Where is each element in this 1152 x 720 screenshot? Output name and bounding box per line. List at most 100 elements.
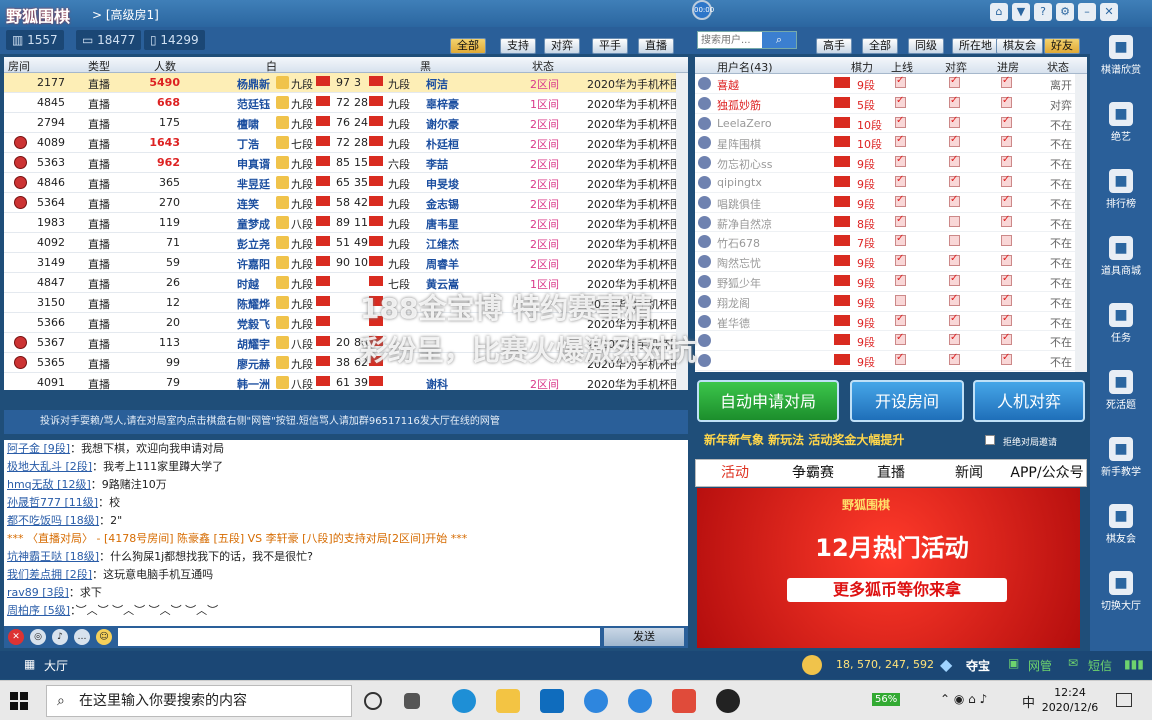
sms-button[interactable]: 短信 [1088,657,1112,674]
search-input[interactable] [698,32,762,48]
sidebar-item[interactable]: ■ 任务 [1094,301,1148,351]
black-player[interactable]: 柯洁 [426,76,448,92]
user-row[interactable]: 崔华德 9段 不在 [695,312,1087,332]
checkbox-play[interactable] [949,253,960,267]
room-scrollbar[interactable] [676,73,688,390]
white-player[interactable]: 檀啸 [237,116,259,132]
shirt-icon[interactable]: ▼ [1012,3,1030,21]
col-room[interactable]: 房间 [8,58,30,74]
room-row[interactable]: 1983 直播 119 童梦成 八段 89 11 九段 唐韦星 2区间 2020华为手机杯围 [4,213,688,233]
game-icon[interactable] [672,689,696,713]
hall-label[interactable]: 大厅 [44,657,68,674]
col-black[interactable]: 黑 [420,58,431,74]
user-row[interactable]: 9段 不在 [695,351,1087,371]
user-row[interactable]: 喜越 9段 离开 [695,74,1087,94]
user-name[interactable]: LeelaZero [717,117,772,130]
checkbox-online[interactable] [895,352,906,366]
ime-indicator[interactable]: 中 [1022,692,1035,711]
tab-tournament[interactable]: 争霸赛 [774,460,852,486]
room-row[interactable]: 4845 直播 668 范廷钰 九段 72 28 九段 辜梓豪 1区间 2020华为手机杯围 [4,93,688,113]
checkbox-room[interactable] [1001,75,1012,88]
checkbox-room[interactable] [1001,214,1012,227]
user-name[interactable]: 星阵围棋 [717,136,761,152]
white-player[interactable]: 童梦成 [237,216,270,232]
battery-indicator[interactable]: 56% [872,693,901,706]
room-row[interactable]: 4092 直播 71 彭立尧 九段 51 49 九段 江维杰 2区间 2020华为手机杯围 [4,233,688,253]
checkbox-play[interactable] [949,194,960,207]
user-row[interactable]: qipingtx 9段 不在 [695,173,1087,193]
col-state[interactable]: 状态 [1047,59,1069,75]
checkbox-play[interactable] [949,134,960,148]
black-player[interactable]: 江维杰 [426,236,459,252]
room-row[interactable]: 5367 直播 113 胡耀宇 八段 20 80 2020华为手机杯围 [4,333,688,353]
taskbar-search[interactable]: ⌕ 在这里输入你要搜索的内容 [46,685,352,717]
room-row[interactable]: 3149 直播 59 许嘉阳 九段 90 10 九段 周睿羊 2区间 2020华为手机杯围 [4,253,688,273]
room-row[interactable]: 4846 直播 365 芈昱廷 九段 65 35 九段 申旻埈 2区间 2020华为手机杯围 [4,173,688,193]
checkbox-play[interactable] [949,174,960,187]
user-row[interactable]: LeelaZero 10段 不在 [695,114,1087,134]
checkbox-play[interactable] [949,273,960,286]
checkbox-online[interactable] [895,253,906,267]
checkbox-online[interactable] [895,214,906,227]
checkbox-play[interactable] [949,293,960,306]
col-room[interactable]: 进房 [997,59,1019,75]
mic-icon[interactable]: ♪ [52,629,68,645]
user-filter-friends[interactable]: 好友 [1044,38,1080,54]
filter-play-button[interactable]: 对弈 [544,38,580,54]
black-player[interactable]: 金志锡 [426,196,459,212]
sidebar-item[interactable]: ■ 排行榜 [1094,167,1148,217]
send-button[interactable]: 发送 [604,628,684,646]
room-row[interactable]: 5365 直播 99 廖元赫 九段 38 62 2020华为手机杯围 [4,353,688,373]
user-filter-expert[interactable]: 高手 [816,38,852,54]
chat-nick[interactable]: 极地大乱斗 [2段] [7,460,92,473]
chat-nick[interactable]: 周柏序 [5级] [7,604,70,617]
open-room-button[interactable]: 开设房间 [850,380,964,422]
chat-nick[interactable]: 阿子金 [9段] [7,442,70,455]
checkbox-online[interactable] [895,194,906,207]
search-button[interactable]: ⌕ [762,32,796,48]
filter-live-button[interactable]: 直播 [638,38,674,54]
checkbox-play[interactable] [949,313,960,326]
col-white[interactable]: 白 [266,58,277,74]
treasure-button[interactable]: 夺宝 [966,657,990,674]
explorer-icon[interactable] [496,689,520,713]
tab-live[interactable]: 直播 [852,460,930,486]
checkbox-online[interactable] [895,115,906,128]
white-player[interactable]: 韩一洲 [237,376,270,390]
black-player[interactable]: 谢科 [426,376,448,390]
room-row[interactable]: 2794 直播 175 檀啸 九段 76 24 九段 谢尔豪 2区间 2020华为手机杯围 [4,113,688,133]
white-player[interactable]: 芈昱廷 [237,176,270,192]
black-player[interactable]: 李喆 [426,156,448,172]
white-player[interactable]: 丁浩 [237,136,259,152]
sidebar-item[interactable]: ■ 棋谱欣赏 [1094,33,1148,83]
bubble-icon[interactable]: … [74,629,90,645]
system-tray-icons[interactable]: ⌃ ◉ ⌂ ♪ [940,692,987,706]
checkbox-room[interactable] [1001,253,1012,267]
gear-icon[interactable]: ⚙ [1056,3,1074,21]
tab-app[interactable]: APP/公众号 [1008,460,1086,486]
promo-text[interactable]: 新年新气象 新玩法 活动奖金大幅提升 [704,431,904,448]
filter-even-button[interactable]: 平手 [592,38,628,54]
white-player[interactable]: 彭立尧 [237,236,270,252]
filter-all-button[interactable]: 全部 [450,38,486,54]
checkbox-room[interactable] [1001,115,1012,128]
checkbox-room[interactable] [1001,134,1012,148]
activity-banner[interactable]: 野狐围棋 12月热门活动 更多狐币等你来拿 [697,488,1080,648]
user-name[interactable]: qipingtx [717,176,762,189]
checkbox-play[interactable] [949,235,960,247]
app-c-icon[interactable] [628,689,652,713]
user-filter-same-level[interactable]: 同级 [908,38,944,54]
checkbox-online[interactable] [895,273,906,286]
checkbox-play[interactable] [949,95,960,108]
checkbox-play[interactable] [949,75,960,88]
help-icon[interactable]: ? [1034,3,1052,21]
user-name[interactable]: 薪净自然凉 [717,216,772,232]
tab-news[interactable]: 新闻 [930,460,1008,486]
system-clock[interactable]: 12:24 2020/12/6 [1040,685,1100,715]
chat-nick[interactable]: 孙晟哲777 [11级] [7,496,98,509]
user-name[interactable]: 唱跳俱佳 [717,196,761,212]
chat-input[interactable] [118,628,600,646]
user-filter-all[interactable]: 全部 [862,38,898,54]
user-row[interactable]: 唱跳俱佳 9段 不在 [695,193,1087,213]
user-name[interactable]: 竹石678 [717,235,760,251]
